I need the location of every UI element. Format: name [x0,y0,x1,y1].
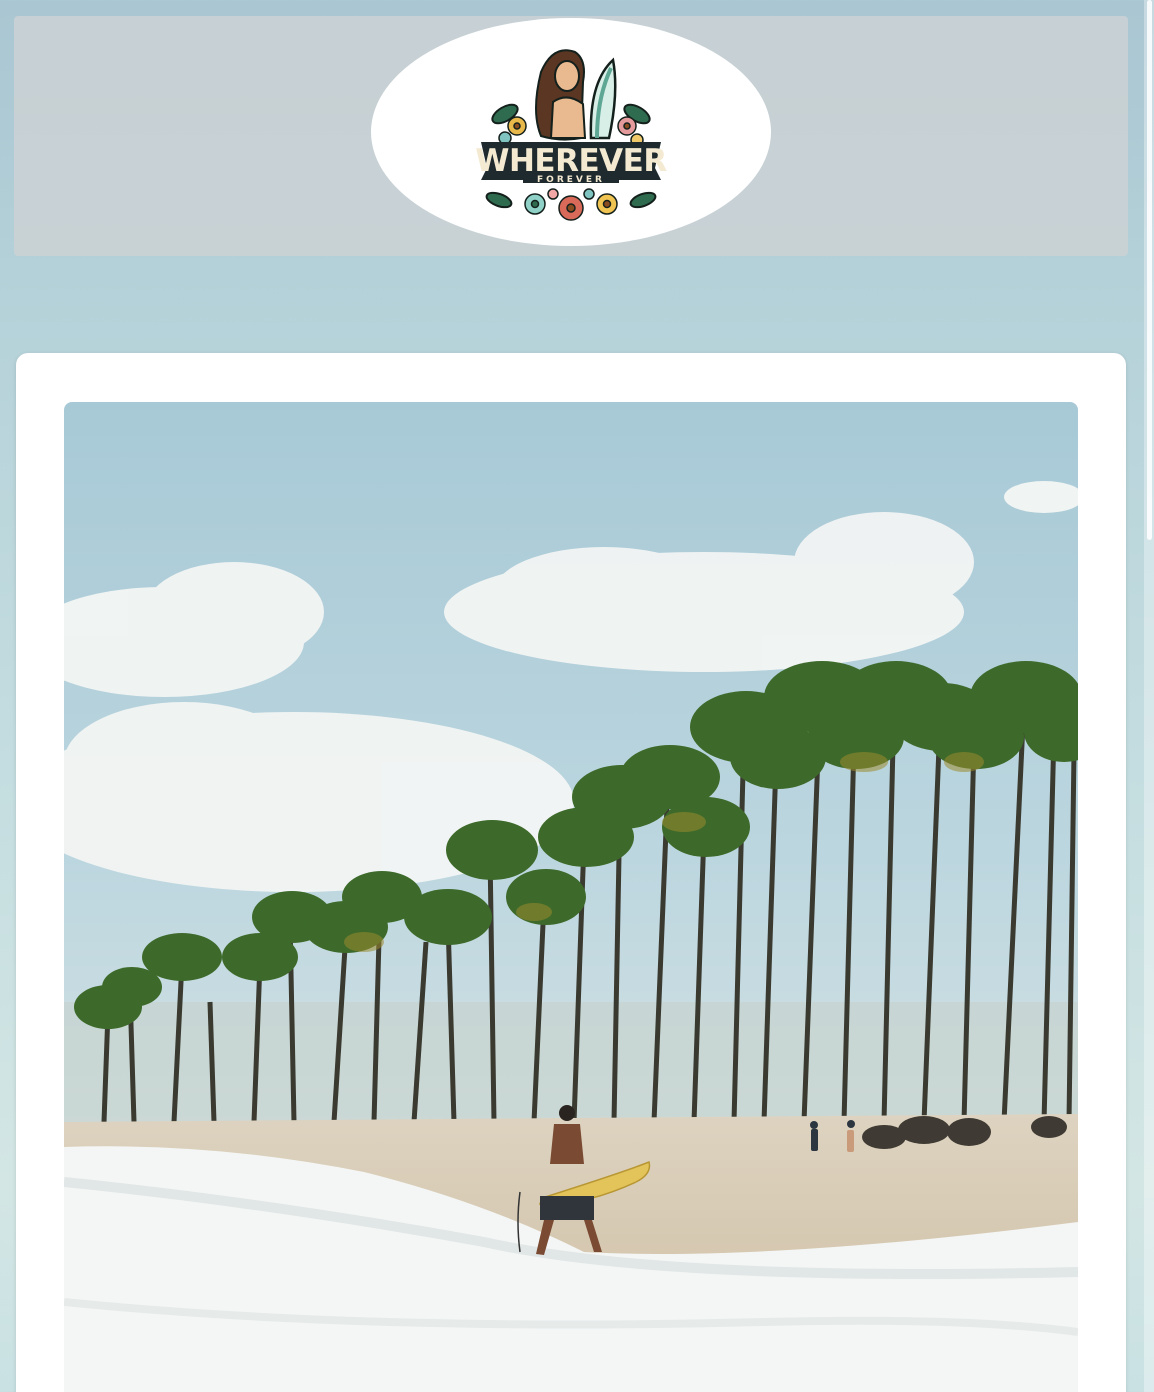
logo-tagline-text: FOREVER [537,175,605,185]
surfer-girl-logo-icon: WHEREVER FOREVER [475,49,668,221]
content-card [16,353,1126,1392]
site-logo-link[interactable]: WHEREVER FOREVER [371,18,771,246]
page-scrollbar[interactable] [1144,0,1154,1392]
page-scrollbar-thumb[interactable] [1147,0,1152,540]
beach-surfer-photo [64,402,1078,1392]
site-header: WHEREVER FOREVER [14,16,1128,256]
